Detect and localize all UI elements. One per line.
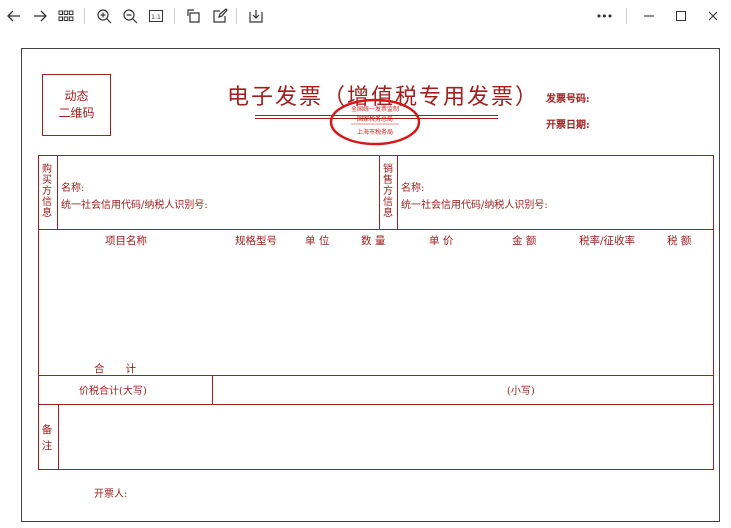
maximize-icon[interactable] [671, 6, 691, 26]
column-quantity: 数 量 [361, 235, 386, 247]
column-unit-price: 单 价 [429, 235, 454, 247]
qr-label-line1: 动态 [64, 89, 89, 103]
items-table: 项目名称 规格型号 单 位 数 量 单 价 金 额 税率/征收率 税 额 合 计 [38, 229, 714, 376]
buyer-name-label: 名称: [61, 183, 85, 194]
seller-tax-id-label: 统一社会信用代码/纳税人识别号: [401, 200, 548, 211]
rotate-icon[interactable] [184, 6, 204, 26]
seller-side-label: 销售方信息 [383, 164, 393, 219]
qr-label-line2: 二维码 [58, 106, 95, 120]
zoom-out-icon[interactable] [120, 6, 140, 26]
download-icon[interactable] [246, 6, 266, 26]
invoice-document: 动态 二维码 电子发票（增值税专用发票） 全国统一发票监制 国家税务总局 上海市… [21, 48, 720, 522]
column-spec: 规格型号 [235, 235, 277, 247]
remarks-section: 备注 [38, 404, 714, 470]
column-unit: 单 位 [305, 235, 330, 247]
svg-text:1:1: 1:1 [151, 14, 161, 21]
column-amount: 金 额 [512, 235, 537, 247]
total-upper-label: 价税合计(大写) [79, 386, 147, 397]
viewer-toolbar: 1:1 ••• [0, 0, 731, 34]
column-item-name: 项目名称 [105, 235, 147, 247]
invoice-number-label: 发票号码: [546, 94, 590, 105]
more-icon[interactable]: ••• [592, 6, 616, 26]
forward-arrow-icon[interactable] [30, 6, 50, 26]
remarks-label: 备注 [41, 424, 53, 452]
total-row: 价税合计(大写) (小写) [38, 375, 714, 405]
buyer-tax-id-label: 统一社会信用代码/纳税人识别号: [61, 200, 208, 211]
actual-size-icon[interactable]: 1:1 [146, 6, 166, 26]
edit-icon[interactable] [210, 6, 230, 26]
buyer-side-label: 购买方信息 [42, 164, 52, 219]
issue-date-label: 开票日期: [546, 120, 590, 131]
close-icon[interactable] [703, 6, 723, 26]
subtotal-label: 合 计 [94, 363, 136, 375]
svg-text:国家税务总局: 国家税务总局 [357, 115, 393, 123]
grid-view-icon[interactable] [56, 6, 76, 26]
minimize-icon[interactable] [639, 6, 659, 26]
tax-seal: 全国统一发票监制 国家税务总局 上海市税务局 [329, 98, 421, 146]
seller-name-label: 名称: [401, 183, 425, 194]
svg-text:全国统一发票监制: 全国统一发票监制 [351, 105, 399, 113]
issuer-label: 开票人: [94, 489, 128, 500]
back-arrow-icon[interactable] [4, 6, 24, 26]
column-tax-amount: 税 额 [667, 235, 692, 247]
zoom-in-icon[interactable] [94, 6, 114, 26]
column-tax-rate: 税率/征收率 [579, 235, 636, 247]
svg-text:上海市税务局: 上海市税务局 [357, 128, 393, 136]
party-info-section: 购买方信息 名称: 统一社会信用代码/纳税人识别号: 销售方信息 名称: 统一社… [38, 155, 714, 230]
qr-code-box: 动态 二维码 [42, 74, 111, 136]
total-lower-label: (小写) [507, 386, 535, 397]
